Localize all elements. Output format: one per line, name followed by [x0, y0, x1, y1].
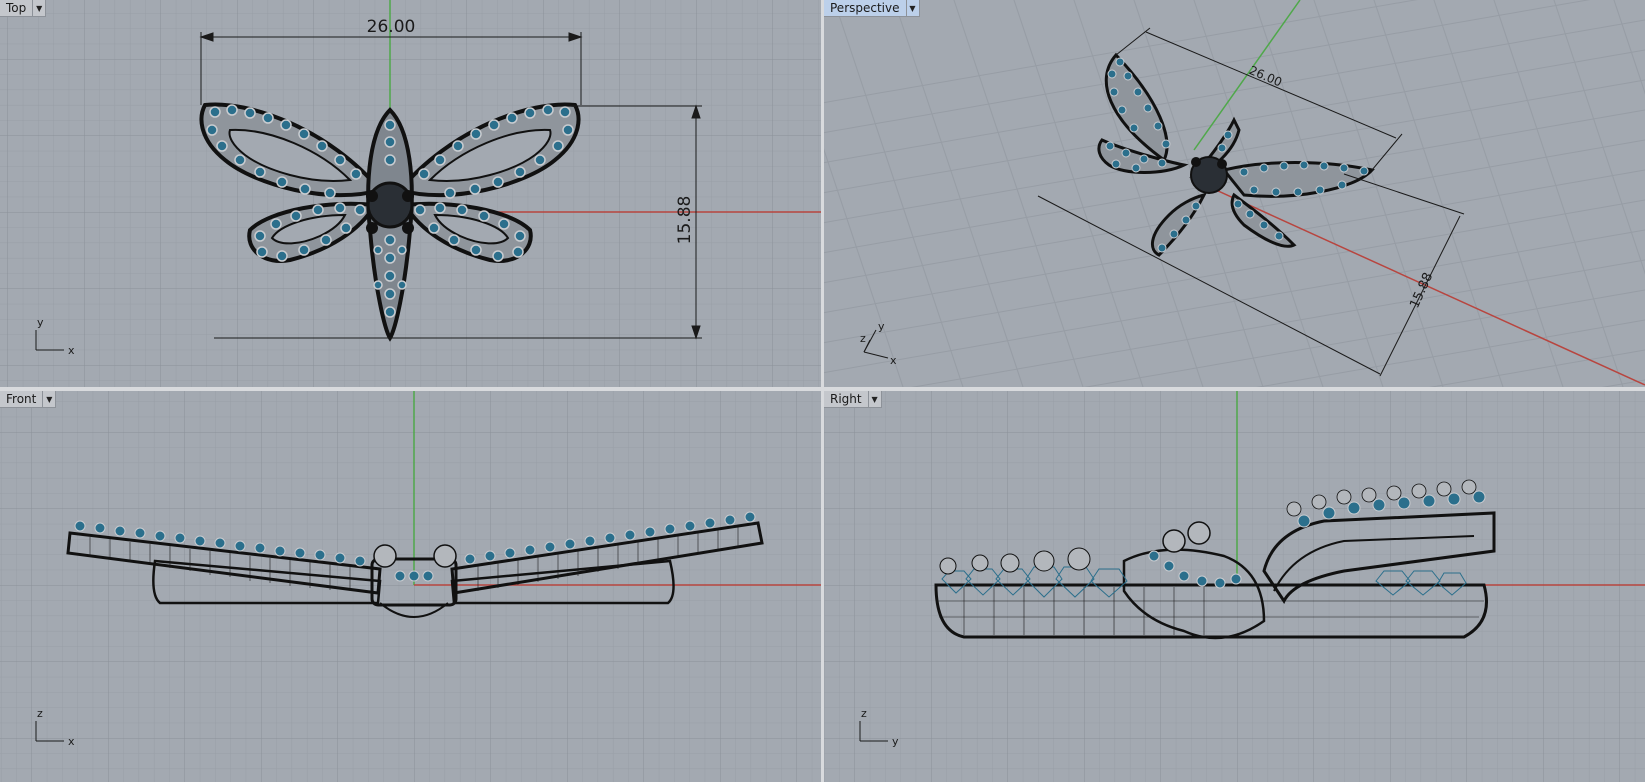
viewport-title[interactable]: Right — [824, 391, 868, 407]
chevron-down-icon[interactable]: ▼ — [42, 391, 55, 407]
chevron-down-icon[interactable]: ▼ — [905, 0, 919, 16]
svg-text:z: z — [37, 707, 43, 720]
viewport-label-front[interactable]: Front ▼ — [0, 391, 57, 408]
viewport-title[interactable]: Top — [0, 0, 32, 16]
svg-text:y: y — [37, 316, 44, 329]
dimension-height-label: 15.88 — [675, 196, 695, 245]
viewport-perspective-canvas[interactable]: 26.00 15.88 y x z — [824, 0, 1645, 387]
viewport-label-right[interactable]: Right ▼ — [824, 391, 882, 408]
viewport-title[interactable]: Front — [0, 391, 42, 407]
svg-text:x: x — [68, 344, 75, 357]
svg-text:x: x — [68, 735, 75, 748]
viewport-top[interactable]: 26.00 15.88 y x Top ▼ — [0, 0, 821, 387]
viewport-front-canvas[interactable]: z x — [0, 391, 821, 782]
viewport-right[interactable]: z y Right ▼ — [824, 391, 1645, 782]
viewport-label-perspective[interactable]: Perspective ▼ — [824, 0, 920, 17]
dimension-width-label: 26.00 — [367, 17, 416, 37]
svg-text:z: z — [861, 707, 867, 720]
svg-text:y: y — [878, 320, 885, 333]
chevron-down-icon[interactable]: ▼ — [867, 391, 881, 407]
svg-text:y: y — [892, 735, 899, 748]
viewport-perspective[interactable]: 26.00 15.88 y x z Perspective ▼ — [824, 0, 1645, 387]
viewport-top-canvas[interactable]: 26.00 15.88 y x — [0, 0, 821, 387]
viewport-label-top[interactable]: Top ▼ — [0, 0, 47, 17]
chevron-down-icon[interactable]: ▼ — [32, 0, 45, 16]
viewport-right-canvas[interactable]: z y — [824, 391, 1645, 782]
svg-text:z: z — [860, 332, 866, 345]
svg-text:x: x — [890, 354, 897, 367]
viewport-title[interactable]: Perspective — [824, 0, 906, 16]
viewport-front[interactable]: z x Front ▼ — [0, 391, 821, 782]
